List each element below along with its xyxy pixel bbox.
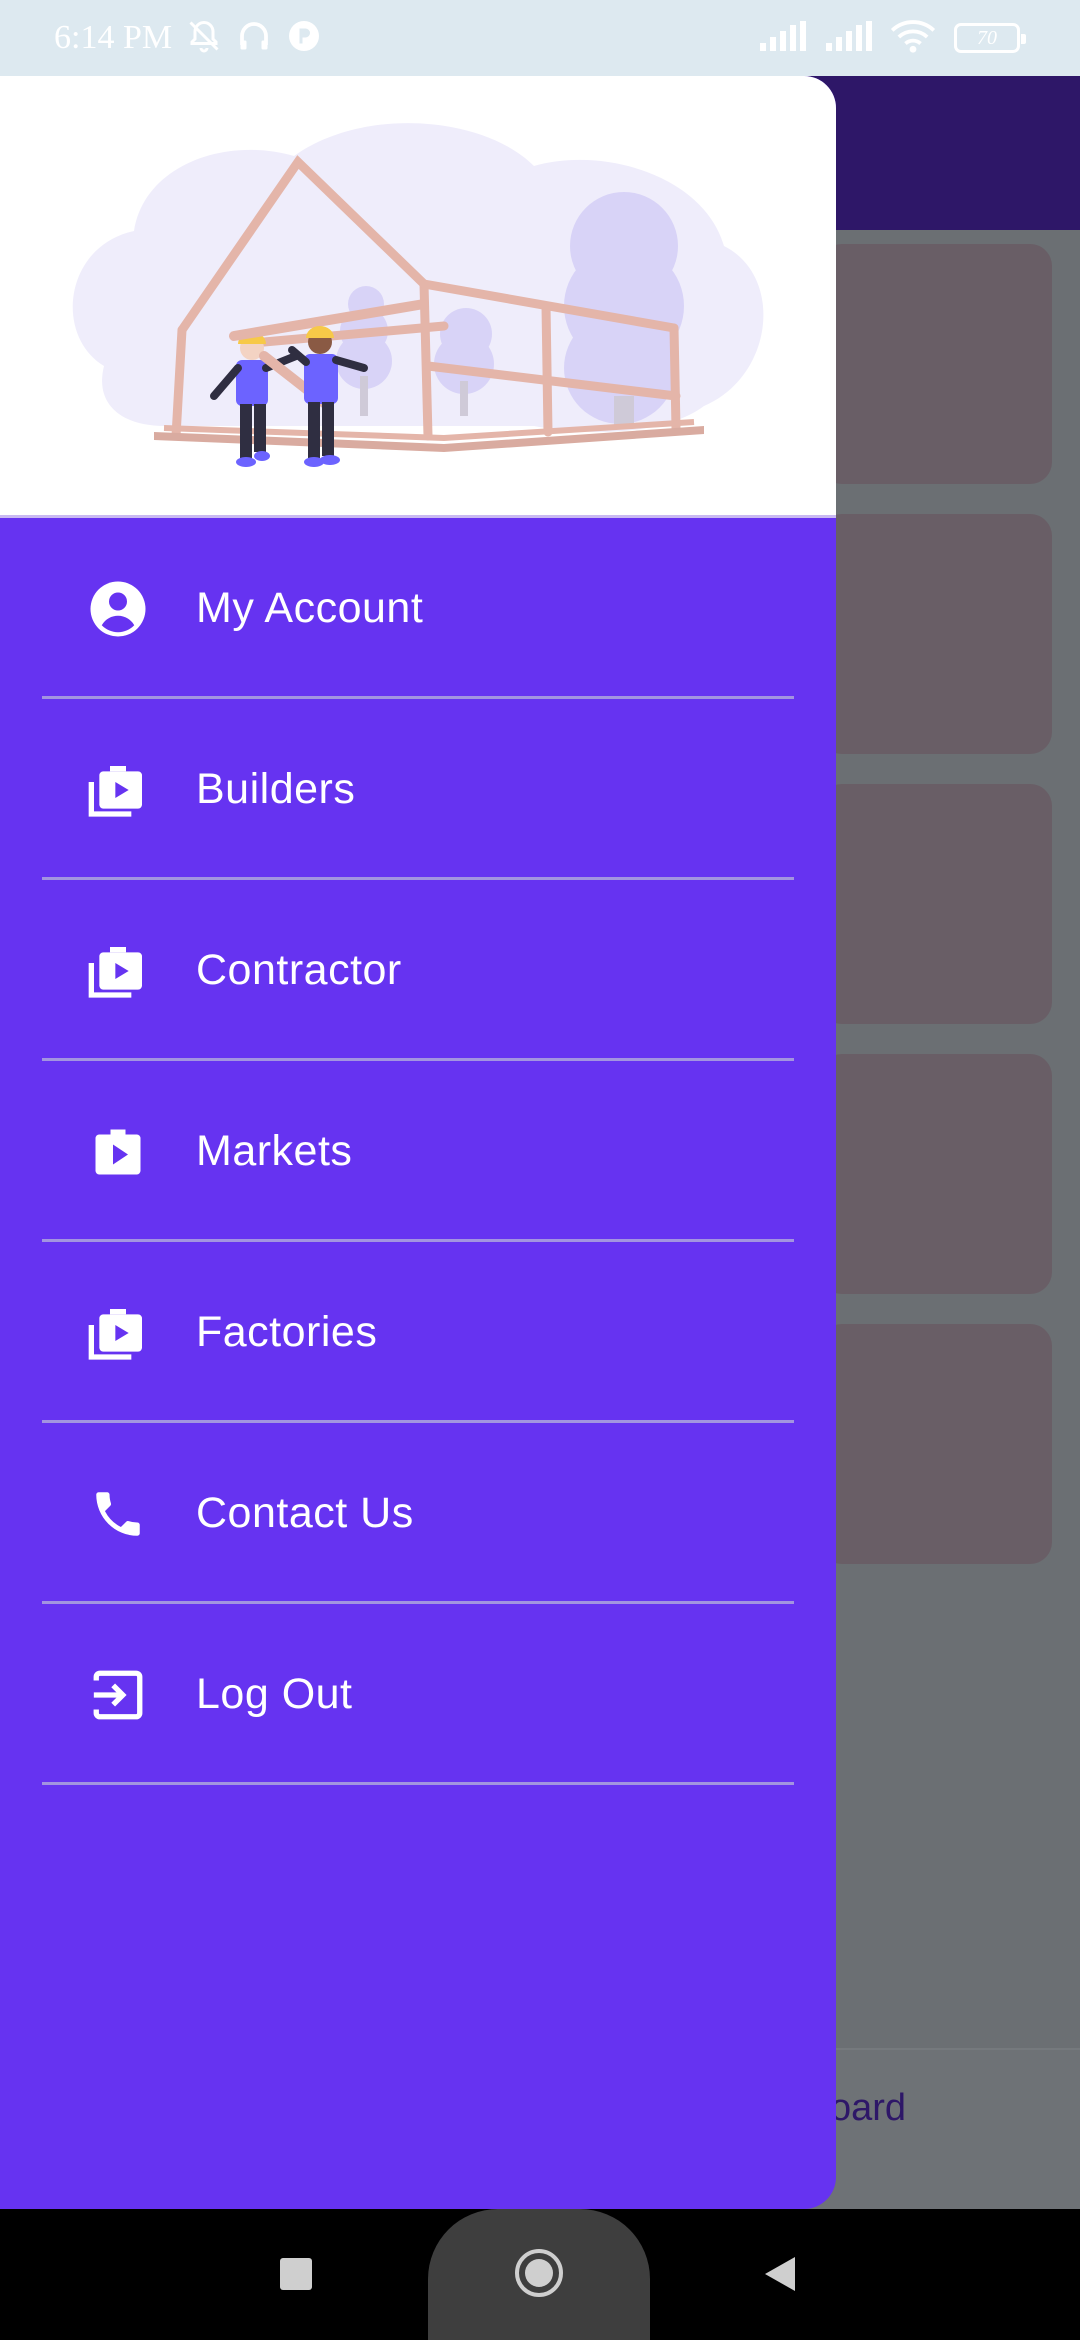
triangle-back-icon	[765, 2257, 795, 2291]
signal-icon	[824, 20, 872, 56]
signal-icon	[758, 20, 806, 56]
construction-illustration	[72, 123, 764, 467]
home-button[interactable]	[428, 2209, 650, 2340]
menu-item-label: Log Out	[196, 1670, 353, 1718]
background-card	[820, 1324, 1052, 1564]
headphones-icon	[236, 18, 272, 59]
bell-off-icon	[186, 18, 222, 59]
status-bar: 6:14 PM 70	[0, 0, 1080, 76]
system-navigation-bar	[0, 2209, 1080, 2340]
menu-item-label: My Account	[196, 584, 424, 632]
work-history-icon	[84, 1299, 152, 1367]
square-icon	[280, 2258, 312, 2290]
menu-item-factories[interactable]: Factories	[0, 1242, 836, 1423]
menu-item-contact-us[interactable]: Contact Us	[0, 1423, 836, 1604]
system-status-icons: 70	[758, 0, 1026, 76]
account-circle-icon	[84, 575, 152, 643]
menu-item-label: Contact Us	[196, 1489, 414, 1537]
work-play-icon	[84, 1118, 152, 1186]
menu-item-contractor[interactable]: Contractor	[0, 880, 836, 1061]
back-button[interactable]	[760, 2249, 800, 2299]
recents-button[interactable]	[276, 2249, 316, 2299]
menu-item-label: Contractor	[196, 946, 402, 994]
wifi-icon	[890, 19, 936, 58]
menu-item-label: Builders	[196, 765, 356, 813]
menu-item-label: Markets	[196, 1127, 353, 1175]
app-badge-icon	[286, 18, 322, 59]
logout-icon	[84, 1661, 152, 1729]
background-card	[820, 514, 1052, 754]
battery-level: 70	[977, 26, 997, 49]
menu-item-label: Factories	[196, 1308, 378, 1356]
menu-item-builders[interactable]: Builders	[0, 699, 836, 880]
background-card	[820, 1054, 1052, 1294]
menu-item-markets[interactable]: Markets	[0, 1061, 836, 1242]
status-time: 6:14 PM	[54, 19, 173, 56]
drawer-header	[0, 76, 836, 518]
background-card	[820, 244, 1052, 484]
menu-item-my-account[interactable]: My Account	[0, 518, 836, 699]
background-card	[820, 784, 1052, 1024]
menu-item-log-out[interactable]: Log Out	[0, 1604, 836, 1785]
drawer-menu: My Account Builders Contractor Markets F…	[0, 518, 836, 1785]
battery-icon: 70	[954, 23, 1026, 53]
phone-icon	[84, 1480, 152, 1548]
navigation-drawer: My Account Builders Contractor Markets F…	[0, 76, 836, 2209]
work-history-icon	[84, 756, 152, 824]
notification-icons	[186, 18, 322, 59]
background-bottom-label: oard	[829, 2087, 906, 2129]
work-history-icon	[84, 937, 152, 1005]
